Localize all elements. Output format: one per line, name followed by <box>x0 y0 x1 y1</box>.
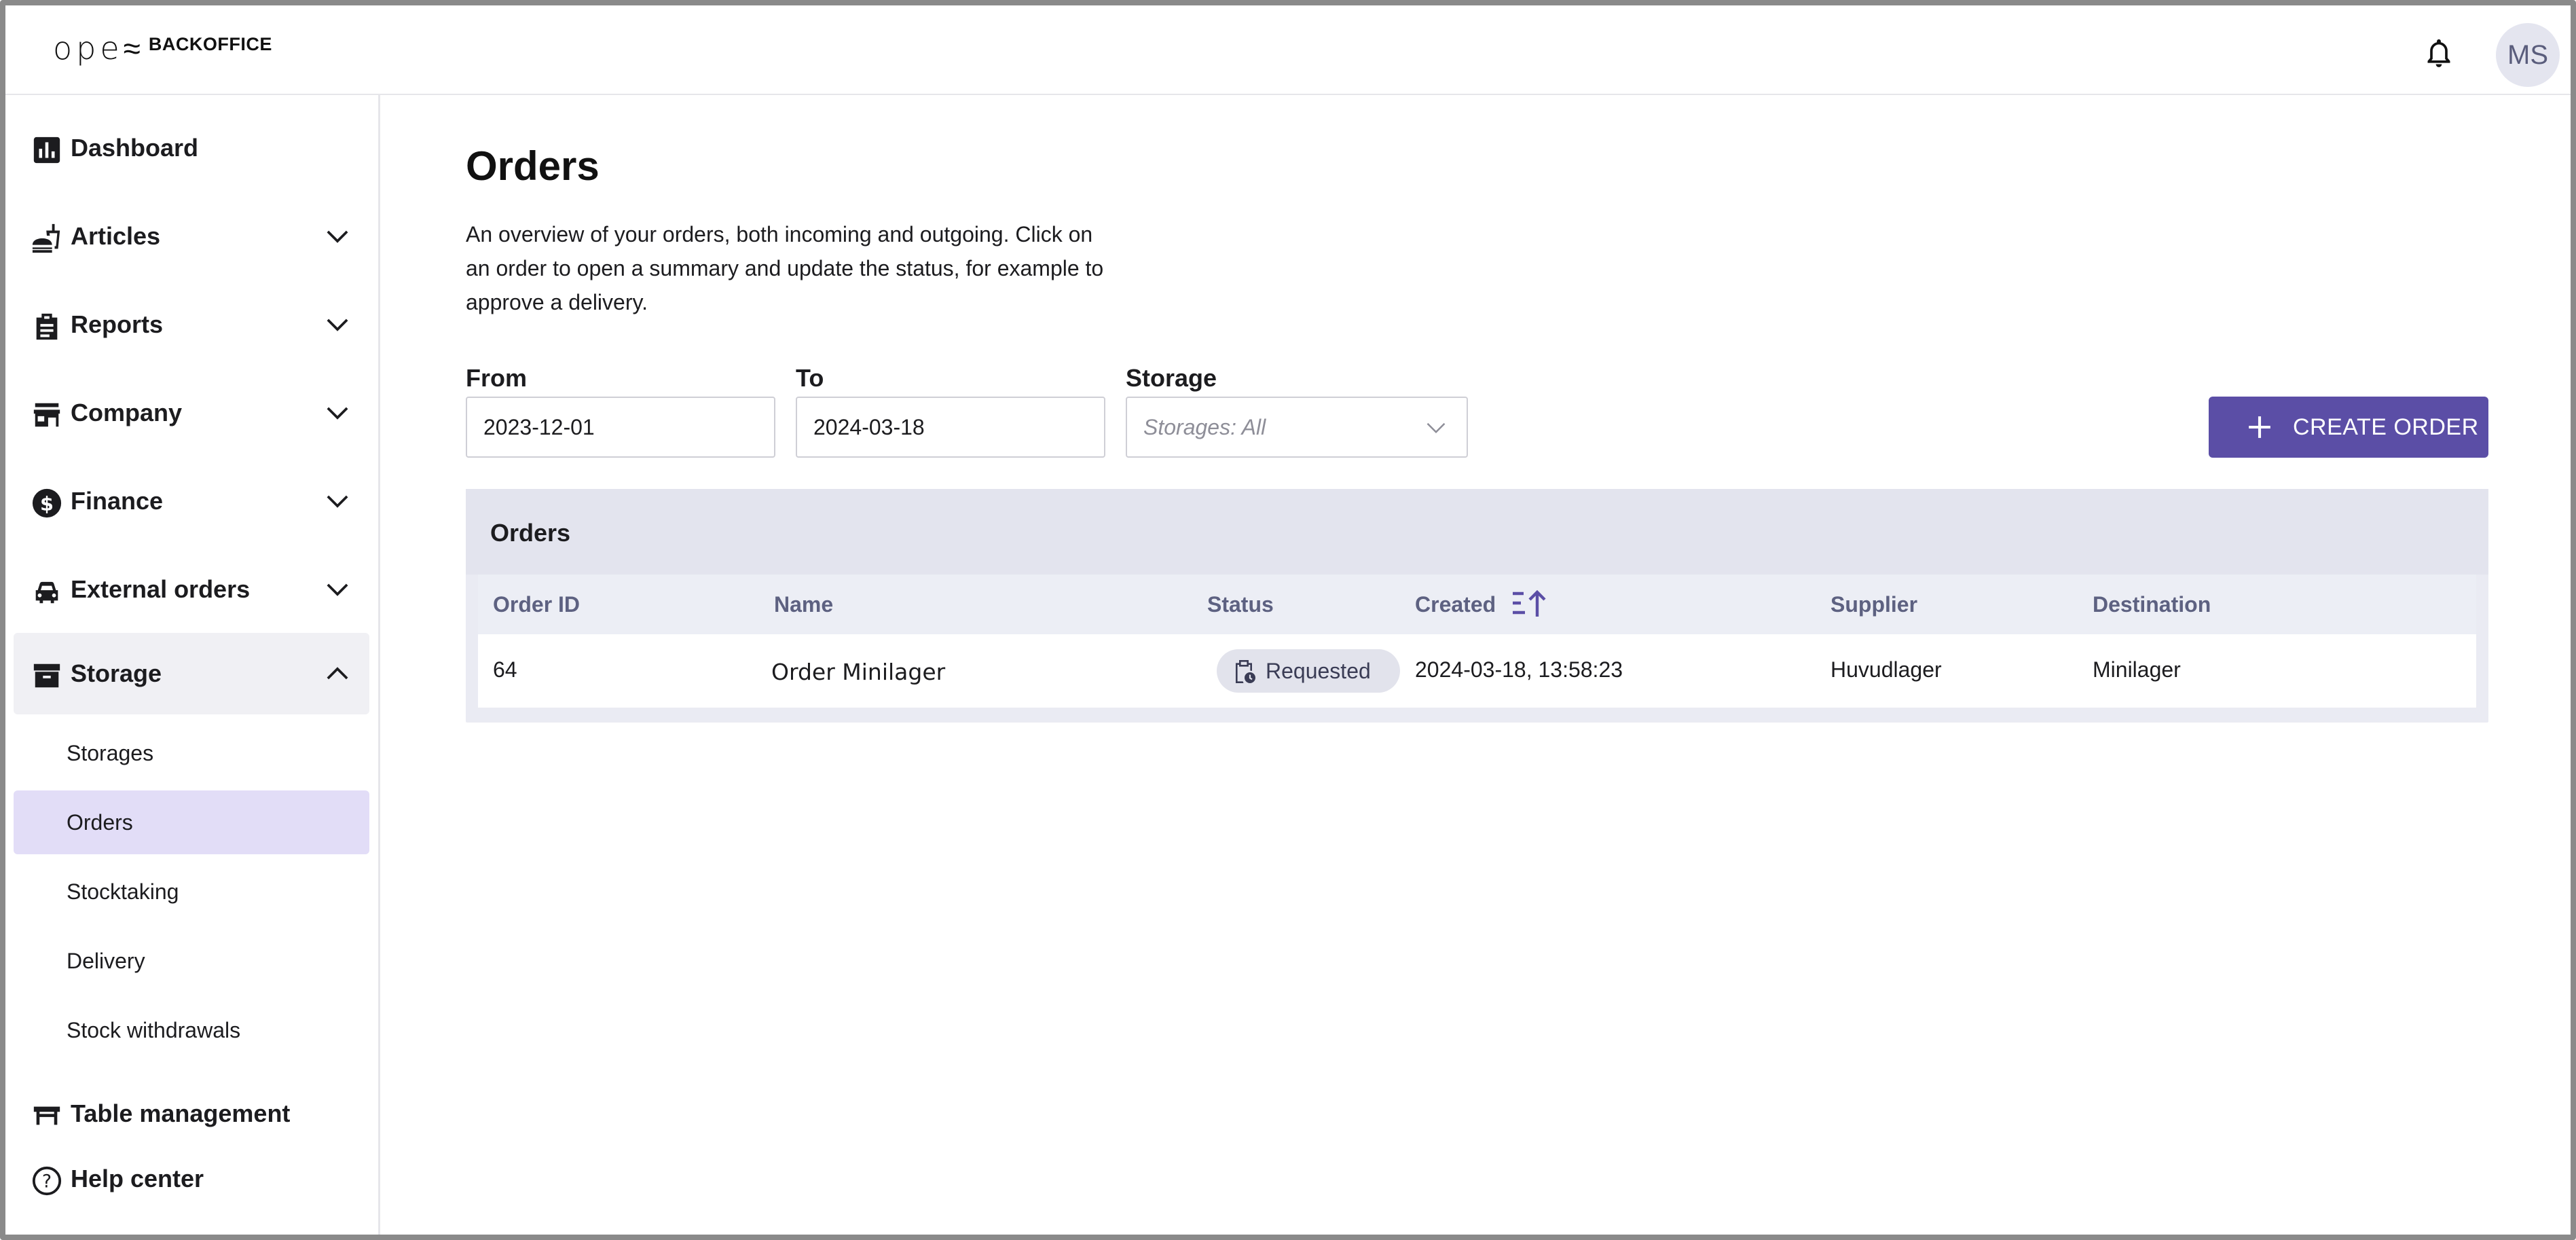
cell-destination: Minilager <box>2093 657 2181 682</box>
sidebar-subitem-stock-withdrawals[interactable]: Stock withdrawals <box>14 998 369 1062</box>
sidebar-item-label: Help center <box>71 1165 204 1192</box>
car-icon <box>35 581 58 604</box>
clipboard-clock-icon <box>1236 660 1255 683</box>
sidebar-item-reports[interactable]: Reports <box>14 284 369 365</box>
chevron-down-icon <box>327 495 348 508</box>
sidebar-item-label: Company <box>71 399 183 426</box>
table-icon <box>33 1106 60 1125</box>
logo[interactable]: ope≈ BACKOFFICE <box>53 30 272 67</box>
sidebar-subitem-label: Storages <box>67 740 154 765</box>
chevron-down-icon <box>327 407 348 420</box>
sidebar-item-label: External orders <box>71 575 251 603</box>
status-badge-label: Requested <box>1266 658 1371 683</box>
sidebar-subitem-label: Orders <box>67 809 133 835</box>
column-destination[interactable]: Destination <box>2093 592 2211 617</box>
to-label: To <box>796 364 824 392</box>
page-description: An overview of your orders, both incomin… <box>466 222 1104 314</box>
sidebar-item-dashboard[interactable]: Dashboard <box>14 107 369 189</box>
notifications-bell-icon[interactable] <box>2420 34 2458 72</box>
storage-label: Storage <box>1126 364 1217 392</box>
sidebar-item-label: Articles <box>71 222 161 250</box>
chevron-down-icon <box>327 318 348 331</box>
chevron-down-icon <box>1427 422 1446 434</box>
storage-select-placeholder: Storages: All <box>1143 414 1266 439</box>
status-badge: Requested <box>1217 649 1400 693</box>
orders-table: Orders Order ID Name Status Created Supp… <box>466 489 2488 723</box>
plus-icon <box>2249 416 2270 438</box>
sidebar-subitem-label: Stock withdrawals <box>67 1017 241 1042</box>
storage-select[interactable]: Storages: All <box>1126 397 1468 458</box>
sidebar-subitem-label: Stocktaking <box>67 879 179 904</box>
sidebar-subitem-orders[interactable]: Orders <box>14 790 369 854</box>
column-supplier[interactable]: Supplier <box>1830 592 1917 617</box>
sidebar-item-finance[interactable]: $ Finance <box>14 460 369 542</box>
sidebar-item-label: Storage <box>71 659 162 687</box>
articles-icon <box>32 223 60 253</box>
archive-icon <box>33 663 60 688</box>
dollar-icon: $ <box>32 488 62 518</box>
sidebar-item-label: Finance <box>71 487 164 515</box>
dashboard-icon <box>33 136 60 164</box>
create-order-button[interactable]: CREATE ORDER <box>2209 397 2488 458</box>
chevron-up-icon <box>327 667 348 680</box>
cell-supplier: Huvudlager <box>1830 657 1942 682</box>
company-icon <box>33 403 60 427</box>
chevron-down-icon <box>327 583 348 596</box>
column-created[interactable]: Created <box>1415 592 1496 617</box>
sidebar-item-external-orders[interactable]: External orders <box>14 549 369 630</box>
svg-text:?: ? <box>42 1171 52 1192</box>
table-column-headers: Order ID Name Status Created Supplier De… <box>478 575 2476 634</box>
orders-table-title: Orders <box>490 519 571 547</box>
column-status[interactable]: Status <box>1207 592 1274 617</box>
create-order-label: CREATE ORDER <box>2293 414 2479 440</box>
help-icon: ? <box>32 1166 62 1196</box>
sidebar-item-label: Dashboard <box>71 134 199 162</box>
sidebar-item-label: Reports <box>71 310 164 338</box>
svg-text:$: $ <box>40 492 54 515</box>
sidebar-item-help-center[interactable]: ? Help center <box>14 1138 369 1220</box>
sidebar-item-company[interactable]: Company <box>14 372 369 454</box>
logo-text: BACKOFFICE <box>148 33 272 54</box>
chevron-down-icon <box>327 230 348 243</box>
top-bar: ope≈ BACKOFFICE MS <box>5 5 2571 95</box>
page-title: Orders <box>466 143 600 189</box>
user-avatar[interactable]: MS <box>2496 23 2560 87</box>
sidebar-subitem-storages[interactable]: Storages <box>14 721 369 785</box>
sidebar-subitem-label: Delivery <box>67 948 145 973</box>
cell-created: 2024-03-18, 13:58:23 <box>1415 657 1623 682</box>
cell-order-id: 64 <box>493 657 517 682</box>
sidebar-item-storage[interactable]: Storage <box>14 633 369 714</box>
sidebar: Dashboard Articles Reports Company $ Fin… <box>5 95 380 1235</box>
from-date-input[interactable]: 2023-12-01 <box>466 397 775 458</box>
column-name[interactable]: Name <box>774 592 833 617</box>
to-date-input[interactable]: 2024-03-18 <box>796 397 1105 458</box>
sort-ascending-icon[interactable] <box>1511 588 1547 618</box>
orders-table-header: Orders <box>466 489 2488 575</box>
sidebar-subitem-stocktaking[interactable]: Stocktaking <box>14 860 369 924</box>
from-label: From <box>466 364 527 392</box>
sidebar-item-label: Table management <box>71 1099 291 1127</box>
reports-icon <box>36 313 58 340</box>
cell-name: Order Minilager <box>771 659 946 685</box>
sidebar-subitem-delivery[interactable]: Delivery <box>14 929 369 993</box>
sidebar-item-articles[interactable]: Articles <box>14 196 369 277</box>
table-row[interactable]: 64 Order Minilager Requested 2024-03-18,… <box>478 634 2476 708</box>
column-order-id[interactable]: Order ID <box>493 592 580 617</box>
logo-mark: ope≈ <box>53 30 145 67</box>
